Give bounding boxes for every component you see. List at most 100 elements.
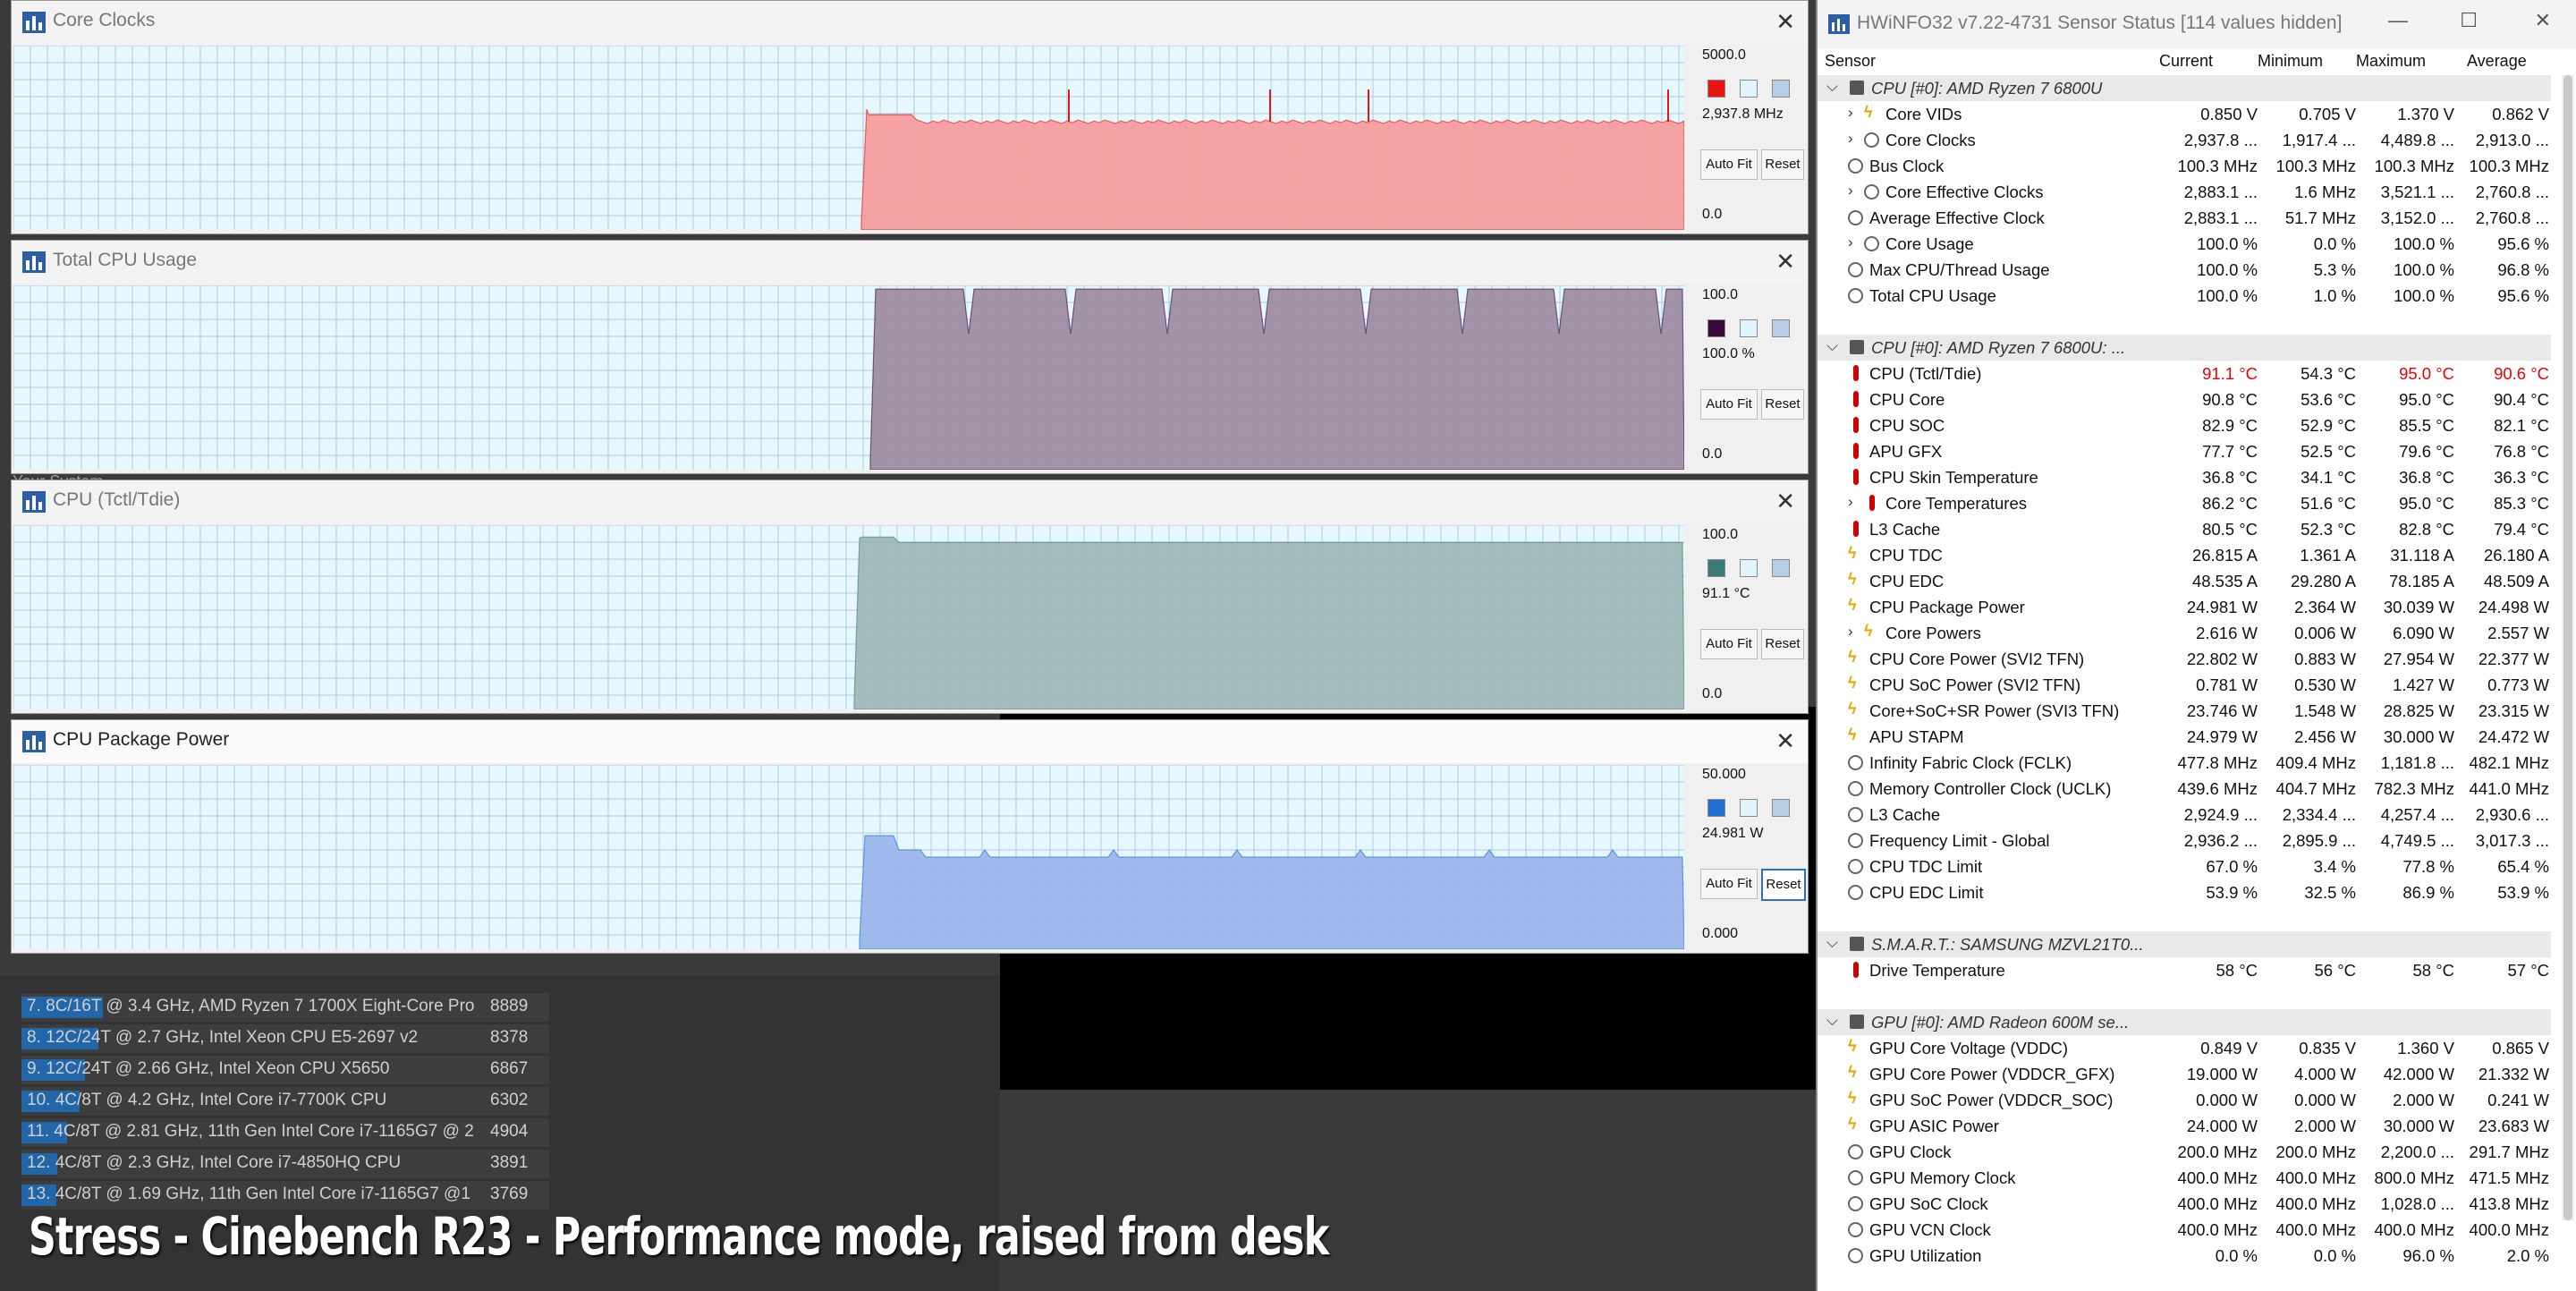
sensor-row[interactable]: GPU VCN Clock 400.0 MHz 400.0 MHz 400.0 MHz… xyxy=(1818,1217,2551,1243)
sensor-row[interactable]: Total CPU Usage 100.0 % 1.0 % 100.0 % 95.6 % xyxy=(1818,283,2551,309)
sensor-row[interactable]: GPU Utilization 0.0 % 0.0 % 96.0 % 2.0 % xyxy=(1818,1243,2551,1269)
sensor-maximum: 2,200.0 ... xyxy=(2380,1142,2454,1161)
sensor-row[interactable]: › ϟ Core Powers 2.616 W 0.006 W 6.090 W 2.557 … xyxy=(1818,620,2551,646)
graph-window[interactable]: Total CPU Usage ✕ 100.0 100.0 % Auto Fit Rese… xyxy=(11,240,1809,474)
sensor-row[interactable]: Average Effective Clock 2,883.1 ... 51.7 M… xyxy=(1818,205,2551,231)
sensor-row[interactable]: ϟ CPU SoC Power (SVI2 TFN) 0.781 W 0.530 W 1… xyxy=(1818,672,2551,698)
sensor-row[interactable]: › Core Clocks 2,937.8 ... 1,917.4 ... 4,489.… xyxy=(1818,127,2551,153)
sensor-name: APU STAPM xyxy=(1869,727,1964,746)
collapse-chevron-icon[interactable]: ⌵ xyxy=(1826,78,1839,96)
sensor-row[interactable]: CPU SOC 82.9 °C 52.9 °C 85.5 °C 82.1 °C xyxy=(1818,412,2551,438)
sensor-row[interactable]: ϟ GPU ASIC Power 24.000 W 2.000 W 30.000 W 23… xyxy=(1818,1113,2551,1139)
reset-button[interactable]: Reset xyxy=(1761,149,1804,180)
series-color-swatch[interactable] xyxy=(1707,80,1725,98)
sensor-row[interactable]: › ϟ Core VIDs 0.850 V 0.705 V 1.370 V 0.862 V xyxy=(1818,101,2551,127)
series-color-swatch[interactable] xyxy=(1707,559,1725,577)
expand-chevron-icon[interactable]: › xyxy=(1848,623,1860,641)
sensor-row[interactable]: ϟ CPU Core Power (SVI2 TFN) 22.802 W 0.883 … xyxy=(1818,646,2551,672)
grid-color-swatch[interactable] xyxy=(1772,80,1790,98)
expand-chevron-icon[interactable]: › xyxy=(1848,182,1860,200)
background-color-swatch[interactable] xyxy=(1740,319,1758,337)
auto-fit-button[interactable]: Auto Fit xyxy=(1700,149,1758,180)
background-color-swatch[interactable] xyxy=(1740,80,1758,98)
sensor-row[interactable]: CPU (Tctl/Tdie) 91.1 °C 54.3 °C 95.0 °C 90.6… xyxy=(1818,361,2551,386)
column-minimum[interactable]: Minimum xyxy=(2258,52,2323,71)
background-color-swatch[interactable] xyxy=(1740,559,1758,577)
graph-window[interactable]: Core Clocks ✕ 5000.0 2,937.8 MHz Auto Fit Res… xyxy=(11,0,1809,234)
sensor-row[interactable]: ϟ CPU Package Power 24.981 W 2.364 W 30.039 … xyxy=(1818,594,2551,620)
grid-color-swatch[interactable] xyxy=(1772,559,1790,577)
grid-color-swatch[interactable] xyxy=(1772,799,1790,817)
close-icon[interactable]: ✕ xyxy=(1775,488,1795,515)
close-icon[interactable]: ✕ xyxy=(1775,248,1795,276)
grid-color-swatch[interactable] xyxy=(1772,319,1790,337)
sensor-row[interactable]: ϟ GPU Core Power (VDDCR_GFX) 19.000 W 4.000… xyxy=(1818,1061,2551,1087)
graph-current-value: 2,937.8 MHz xyxy=(1702,106,1784,122)
sensor-row[interactable]: ϟ GPU Core Voltage (VDDC) 0.849 V 0.835 V 1.… xyxy=(1818,1035,2551,1061)
sensor-row[interactable]: Bus Clock 100.3 MHz 100.3 MHz 100.3 MHz 100.… xyxy=(1818,153,2551,179)
sensor-row[interactable]: Max CPU/Thread Usage 100.0 % 5.3 % 100.0 % 9… xyxy=(1818,257,2551,283)
graph-titlebar[interactable]: Core Clocks ✕ xyxy=(12,1,1808,44)
graph-window[interactable]: CPU Package Power ✕ 50.000 24.981 W Auto Fit… xyxy=(11,719,1809,954)
column-average[interactable]: Average xyxy=(2467,52,2527,71)
reset-button[interactable]: Reset xyxy=(1761,869,1806,901)
column-maximum[interactable]: Maximum xyxy=(2356,52,2426,71)
graph-titlebar[interactable]: CPU Package Power ✕ xyxy=(12,720,1808,763)
sensor-row[interactable]: L3 Cache 2,924.9 ... 2,334.4 ... 4,257.4 ..… xyxy=(1818,802,2551,828)
expand-chevron-icon[interactable]: › xyxy=(1848,104,1860,122)
auto-fit-button[interactable]: Auto Fit xyxy=(1700,869,1758,899)
background-color-swatch[interactable] xyxy=(1740,799,1758,817)
sensor-row[interactable]: ϟ Core+SoC+SR Power (SVI3 TFN) 23.746 W 1.5… xyxy=(1818,698,2551,724)
sensor-row[interactable]: › Core Effective Clocks 2,883.1 ... 1.6 MHz… xyxy=(1818,179,2551,205)
sensor-group-header[interactable]: ⌵ S.M.A.R.T.: SAMSUNG MZVL21T0... xyxy=(1818,931,2551,957)
table-spacer xyxy=(1818,309,2551,335)
series-color-swatch[interactable] xyxy=(1707,799,1725,817)
sensor-row[interactable]: CPU Skin Temperature 36.8 °C 34.1 °C 36.8 °… xyxy=(1818,464,2551,490)
sensor-row[interactable]: CPU TDC Limit 67.0 % 3.4 % 77.8 % 65.4 % xyxy=(1818,854,2551,879)
sensor-row[interactable]: ϟ APU STAPM 24.979 W 2.456 W 30.000 W 24.472 … xyxy=(1818,724,2551,750)
series-color-swatch[interactable] xyxy=(1707,319,1725,337)
collapse-chevron-icon[interactable]: ⌵ xyxy=(1826,934,1839,952)
close-icon[interactable]: ✕ xyxy=(1775,727,1795,755)
close-icon[interactable]: ✕ xyxy=(1775,8,1795,36)
sensor-group-header[interactable]: ⌵ CPU [#0]: AMD Ryzen 7 6800U: ... xyxy=(1818,335,2551,361)
column-sensor[interactable]: Sensor xyxy=(1825,52,1876,71)
column-current[interactable]: Current xyxy=(2159,52,2213,71)
close-icon[interactable]: ✕ xyxy=(2535,9,2551,32)
graph-titlebar[interactable]: Total CPU Usage ✕ xyxy=(12,241,1808,284)
sensor-row[interactable]: Memory Controller Clock (UCLK) 439.6 MHz 4… xyxy=(1818,776,2551,802)
hwinfo-titlebar[interactable]: HWiNFO32 v7.22-4731 Sensor Status [114 v… xyxy=(1818,0,2576,48)
sensor-row[interactable]: ϟ GPU SoC Power (VDDCR_SOC) 0.000 W 0.000 W… xyxy=(1818,1087,2551,1113)
sensor-row[interactable]: CPU Core 90.8 °C 53.6 °C 95.0 °C 90.4 °C xyxy=(1818,386,2551,412)
expand-chevron-icon[interactable]: › xyxy=(1848,493,1860,511)
scrollbar-thumb[interactable] xyxy=(2563,75,2572,1220)
sensor-row[interactable]: CPU EDC Limit 53.9 % 32.5 % 86.9 % 53.9 % xyxy=(1818,879,2551,905)
expand-chevron-icon[interactable]: › xyxy=(1848,234,1860,251)
expand-chevron-icon[interactable]: › xyxy=(1848,130,1860,148)
auto-fit-button[interactable]: Auto Fit xyxy=(1700,629,1758,659)
sensor-row[interactable]: Drive Temperature 58 °C 56 °C 58 °C 57 °C xyxy=(1818,957,2551,983)
sensor-row[interactable]: GPU Clock 200.0 MHz 200.0 MHz 2,200.0 ... 29… xyxy=(1818,1139,2551,1165)
reset-button[interactable]: Reset xyxy=(1761,629,1804,659)
graph-titlebar[interactable]: CPU (Tctl/Tdie) ✕ xyxy=(12,480,1808,523)
sensor-row[interactable]: Frequency Limit - Global 2,936.2 ... 2,895… xyxy=(1818,828,2551,854)
collapse-chevron-icon[interactable]: ⌵ xyxy=(1826,1012,1839,1030)
minimize-icon[interactable]: — xyxy=(2388,9,2408,32)
graph-window[interactable]: CPU (Tctl/Tdie) ✕ 100.0 91.1 °C Auto Fit Rese… xyxy=(11,480,1809,714)
sensor-row[interactable]: GPU Memory Clock 400.0 MHz 400.0 MHz 800.0 … xyxy=(1818,1165,2551,1191)
sensor-row[interactable]: ϟ CPU TDC 26.815 A 1.361 A 31.118 A 26.180 A xyxy=(1818,542,2551,568)
sensor-row[interactable]: Infinity Fabric Clock (FCLK) 477.8 MHz 409… xyxy=(1818,750,2551,776)
sensor-row[interactable]: GPU SoC Clock 400.0 MHz 400.0 MHz 1,028.0 .… xyxy=(1818,1191,2551,1217)
sensor-row[interactable]: › Core Usage 100.0 % 0.0 % 100.0 % 95.6 % xyxy=(1818,231,2551,257)
auto-fit-button[interactable]: Auto Fit xyxy=(1700,389,1758,420)
reset-button[interactable]: Reset xyxy=(1761,389,1804,420)
sensor-group-header[interactable]: ⌵ GPU [#0]: AMD Radeon 600M se... xyxy=(1818,1009,2551,1035)
sensor-row[interactable]: ϟ CPU EDC 48.535 A 29.280 A 78.185 A 48.509 A xyxy=(1818,568,2551,594)
sensor-row[interactable]: › Core Temperatures 86.2 °C 51.6 °C 95.0 °C 8… xyxy=(1818,490,2551,516)
maximize-icon[interactable]: ☐ xyxy=(2460,9,2478,32)
scrollbar[interactable] xyxy=(2562,75,2574,1220)
sensor-row[interactable]: L3 Cache 80.5 °C 52.3 °C 82.8 °C 79.4 °C xyxy=(1818,516,2551,542)
sensor-group-header[interactable]: ⌵ CPU [#0]: AMD Ryzen 7 6800U xyxy=(1818,75,2551,101)
sensor-row[interactable]: APU GFX 77.7 °C 52.5 °C 79.6 °C 76.8 °C xyxy=(1818,438,2551,464)
collapse-chevron-icon[interactable]: ⌵ xyxy=(1826,337,1839,355)
